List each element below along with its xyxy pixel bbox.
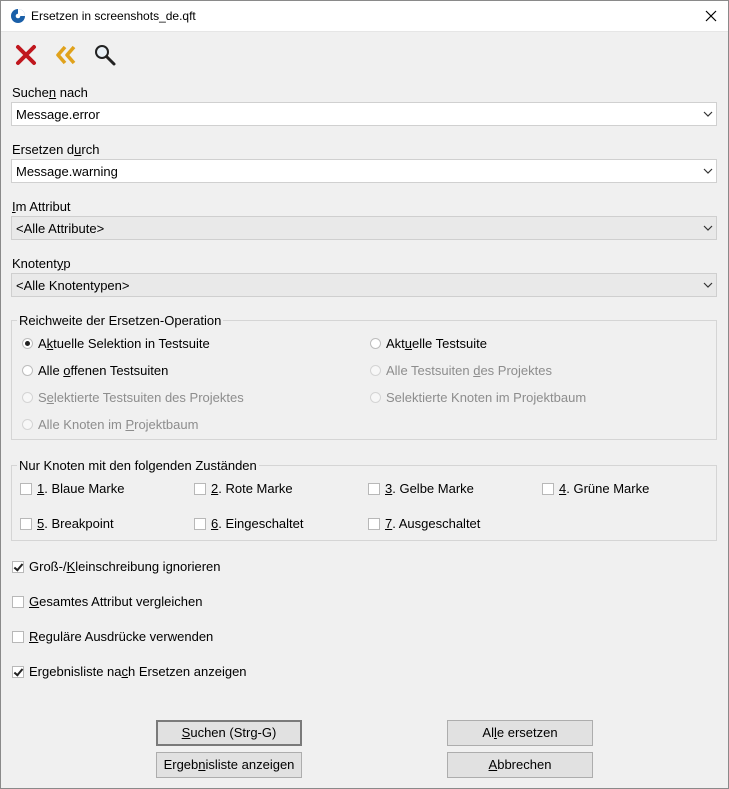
cancel-button[interactable]: Abbrechen (447, 752, 593, 778)
scope-option-label: Selektierte Knoten im Projektbaum (386, 390, 587, 405)
scope-radio-selected-project-nodes[interactable] (370, 392, 381, 403)
attribute-combobox[interactable]: <Alle Attribute> (11, 216, 717, 240)
scope-radio-all-project-nodes[interactable] (22, 419, 33, 430)
option-checkbox-ignore-case[interactable] (12, 561, 24, 573)
attribute-value: <Alle Attribute> (16, 221, 105, 236)
option-checkbox-show-results[interactable] (12, 666, 24, 678)
nodetype-combobox[interactable]: <Alle Knotentypen> (11, 273, 717, 297)
close-icon[interactable] (700, 5, 722, 27)
scope-option-label: Alle Testsuiten des Projektes (386, 363, 552, 378)
scope-radio-project-testsuites[interactable] (370, 365, 381, 376)
replace-value: Message.warning (16, 164, 118, 179)
replace-combobox[interactable]: Message.warning (11, 159, 717, 183)
window-title: Ersetzen in screenshots_de.qft (31, 9, 196, 23)
delete-icon[interactable] (13, 42, 39, 68)
scope-radio-selected-project-testsuites[interactable] (22, 392, 33, 403)
scope-option-label: Alle Knoten im Projektbaum (38, 417, 199, 432)
chevron-down-icon[interactable] (700, 274, 716, 296)
state-label: 7. Ausgeschaltet (385, 516, 481, 531)
option-checkbox-regex[interactable] (12, 631, 24, 643)
scope-radio-open-testsuites[interactable] (22, 365, 33, 376)
state-label: 3. Gelbe Marke (385, 481, 474, 496)
search-value: Message.error (16, 107, 100, 122)
state-checkbox-blue-mark[interactable] (20, 483, 32, 495)
chevron-down-icon[interactable] (700, 160, 716, 182)
state-checkbox-breakpoint[interactable] (20, 518, 32, 530)
chevron-down-icon[interactable] (700, 103, 716, 125)
attribute-label: Im Attribut (12, 199, 71, 214)
scope-option-label: Alle offenen Testsuiten (38, 363, 169, 378)
state-label: 2. Rote Marke (211, 481, 293, 496)
scope-radio-current-testsuite[interactable] (370, 338, 381, 349)
nodetype-label: Knotentyp (12, 256, 71, 271)
back-double-chevron-icon[interactable] (53, 42, 79, 68)
scope-radio-current-selection[interactable] (22, 338, 33, 349)
search-combobox[interactable]: Message.error (11, 102, 717, 126)
option-label: Groß-/Kleinschreibung ignorieren (29, 559, 221, 574)
state-label: 5. Breakpoint (37, 516, 114, 531)
state-checkbox-enabled[interactable] (194, 518, 206, 530)
state-checkbox-red-mark[interactable] (194, 483, 206, 495)
option-checkbox-whole-attribute[interactable] (12, 596, 24, 608)
state-label: 4. Grüne Marke (559, 481, 650, 496)
states-group: Nur Knoten mit den folgenden Zuständen (11, 458, 717, 541)
option-label: Ergebnisliste nach Ersetzen anzeigen (29, 664, 247, 679)
search-button[interactable]: Suchen (Strg-G) (156, 720, 302, 746)
state-label: 6. Eingeschaltet (211, 516, 304, 531)
replace-all-button[interactable]: Alle ersetzen (447, 720, 593, 746)
scope-group-title: Reichweite der Ersetzen-Operation (17, 313, 224, 328)
nodetype-value: <Alle Knotentypen> (16, 278, 130, 293)
state-label: 1. Blaue Marke (37, 481, 125, 496)
search-label: Suchen nach (12, 85, 88, 100)
state-checkbox-disabled[interactable] (368, 518, 380, 530)
search-icon[interactable] (92, 42, 118, 68)
app-icon (11, 9, 25, 23)
replace-dialog: Ersetzen in screenshots_de.qft Suchen na… (0, 0, 729, 789)
option-label: Gesamtes Attribut vergleichen (29, 594, 203, 609)
scope-option-label: Aktuelle Testsuite (386, 336, 487, 351)
scope-option-label: Selektierte Testsuiten des Projektes (38, 390, 244, 405)
show-results-button[interactable]: Ergebnisliste anzeigen (156, 752, 302, 778)
title-bar: Ersetzen in screenshots_de.qft (1, 1, 728, 32)
states-group-title: Nur Knoten mit den folgenden Zuständen (17, 458, 259, 473)
state-checkbox-yellow-mark[interactable] (368, 483, 380, 495)
scope-option-label: Aktuelle Selektion in Testsuite (38, 336, 210, 351)
chevron-down-icon[interactable] (700, 217, 716, 239)
option-label: Reguläre Ausdrücke verwenden (29, 629, 214, 644)
state-checkbox-green-mark[interactable] (542, 483, 554, 495)
replace-label: Ersetzen durch (12, 142, 100, 157)
